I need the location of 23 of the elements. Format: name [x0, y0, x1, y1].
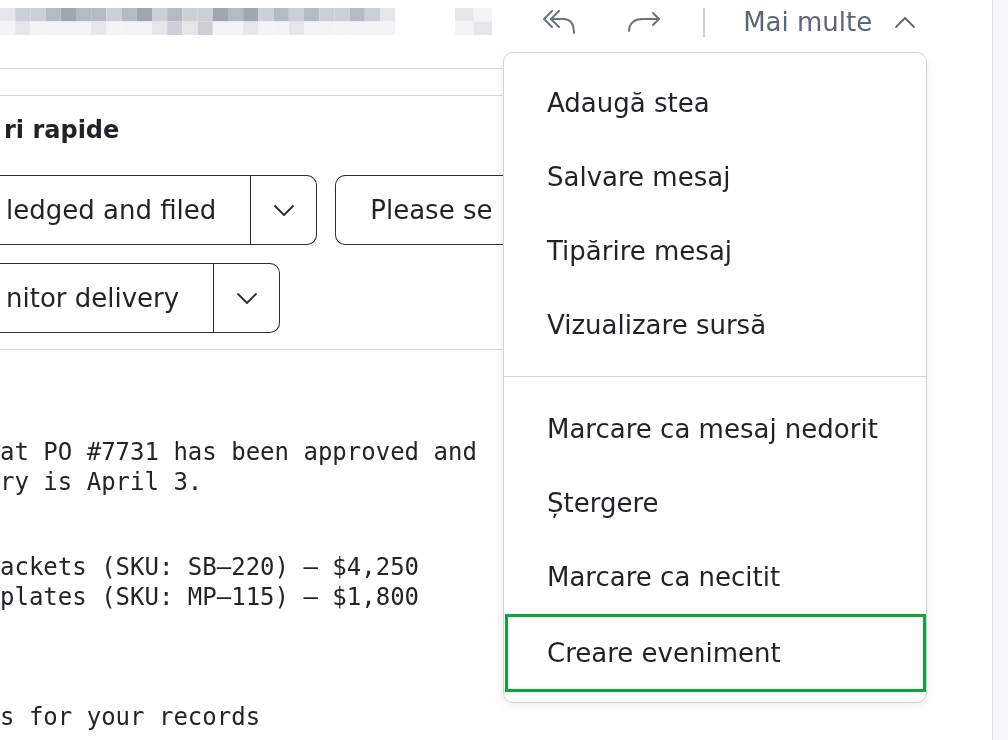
menu-item[interactable]: Marcare ca mesaj nedorit	[504, 392, 926, 466]
chevron-down-icon	[273, 204, 294, 216]
pixelated-block	[455, 8, 493, 35]
message-paragraph: ackets (SKU: SB–220) — $4,250 plates (SKU: MP–115) — $1,800	[0, 552, 420, 612]
dropdown-toggle[interactable]	[214, 263, 281, 333]
dropdown-toggle[interactable]	[251, 175, 318, 245]
chevron-down-icon	[236, 292, 257, 304]
quick-reply-button[interactable]: Please se	[335, 175, 503, 245]
menu-item[interactable]: Salvare mesaj	[504, 140, 926, 214]
message-paragraph: at PO #7731 has been approved and ry is April 3.	[0, 437, 477, 497]
quick-reply-button[interactable]: ledged and filed	[0, 175, 252, 245]
reply-all-icon[interactable]	[543, 10, 576, 34]
quick-reply-button[interactable]: nitor delivery	[0, 263, 215, 333]
menu-item[interactable]: Adaugă stea	[504, 66, 926, 140]
menu-item[interactable]: Creare eveniment	[505, 614, 926, 692]
forward-arrow-icon[interactable]	[628, 12, 661, 32]
menu-item[interactable]: Tipărire mesaj	[504, 214, 926, 288]
more-button[interactable]: Mai multe	[743, 8, 916, 36]
menu-item[interactable]: Marcare ca necitit	[504, 540, 926, 614]
menu-item[interactable]: Ștergere	[504, 466, 926, 540]
section-title: ri rapide	[4, 115, 120, 145]
menu-item[interactable]: Vizualizare sursă	[504, 288, 926, 362]
message-paragraph: s for your records	[0, 702, 261, 732]
